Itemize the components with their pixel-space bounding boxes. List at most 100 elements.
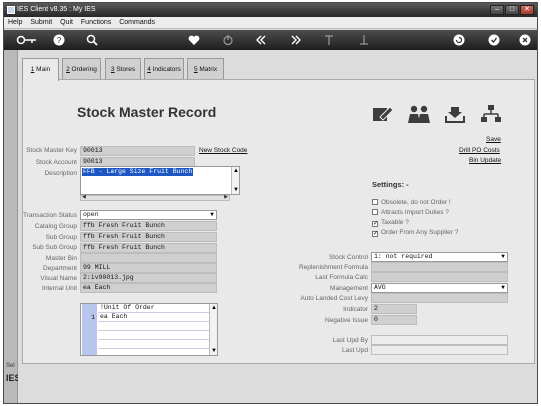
new-stock-code-link[interactable]: New Stock Code [199, 147, 247, 154]
stock-master-key-field[interactable]: 90013 [80, 146, 195, 156]
any-supplier-checkbox[interactable]: ✓ Order From Any Supplier ? [372, 229, 458, 237]
negative-issue-field[interactable]: 0 [371, 315, 417, 325]
tab-main-label: Main [34, 66, 51, 73]
menu-functions[interactable]: Functions [81, 19, 111, 26]
page-title: Stock Master Record [77, 104, 217, 120]
transaction-status-select[interactable]: open ▼ [80, 210, 217, 220]
indicator-field[interactable]: 2 [371, 304, 417, 314]
scroll-right-icon[interactable]: ▶ [224, 194, 228, 200]
menu-quit[interactable]: Quit [60, 19, 73, 26]
replenishment-formula-label: Replenishment Formula [298, 264, 368, 271]
catalog-group-field[interactable]: ffb Fresh Fruit Bunch [80, 221, 217, 231]
bin-update-link[interactable]: Bin Update [469, 157, 501, 164]
check-icon[interactable] [487, 33, 501, 52]
table-row-empty[interactable] [98, 340, 209, 349]
rewind-icon[interactable] [254, 33, 268, 52]
management-select[interactable]: AVG ▼ [371, 283, 508, 293]
management-value: AVG [374, 284, 386, 291]
tab-indicators-label: Indicators [150, 66, 181, 73]
close-icon[interactable] [518, 33, 532, 52]
upload-icon[interactable] [322, 33, 336, 52]
description-scrollbar[interactable]: ▲ ▼ [231, 167, 239, 194]
tab-ordering-label: Ordering [69, 66, 97, 73]
close-window-button[interactable]: ✕ [520, 5, 534, 15]
visual-name-field[interactable]: 2:iv90013.jpg [80, 273, 217, 283]
checkbox-box[interactable] [372, 209, 378, 215]
last-formula-calc-label: Last Formula Calc [315, 274, 368, 281]
sub-group-field[interactable]: ffb Fresh Fruit Bunch [80, 232, 217, 242]
download-icon[interactable] [357, 33, 371, 52]
refresh-icon[interactable] [452, 33, 466, 52]
tab-ordering[interactable]: 2 Ordering [62, 58, 101, 79]
key-icon[interactable] [16, 33, 38, 52]
drill-po-costs-link[interactable]: Drill PO Costs [459, 147, 500, 154]
maximize-button[interactable]: □ [505, 5, 519, 15]
description-label: Description [44, 170, 77, 177]
import-duties-label: Attracts Import Duties ? [381, 209, 449, 216]
tab-stores[interactable]: 3 Stores [105, 58, 141, 79]
menu-bar: Help Submit Quit Functions Commands [4, 17, 537, 29]
master-bin-field[interactable] [80, 253, 217, 263]
app-icon [7, 6, 15, 14]
import-duties-checkbox[interactable]: Attracts Import Duties ? [372, 209, 449, 216]
hierarchy-icon[interactable] [480, 104, 502, 124]
table-row-empty[interactable] [98, 331, 209, 340]
chevron-down-icon[interactable]: ▼ [499, 284, 507, 292]
any-supplier-label: Order From Any Supplier ? [381, 229, 459, 236]
chevron-down-icon[interactable]: ▼ [208, 211, 216, 219]
replenishment-formula-field[interactable] [371, 262, 508, 272]
scroll-left-icon[interactable]: ◀ [82, 194, 86, 200]
window-title: IES Client v8.35 : My IES [17, 6, 96, 13]
department-label: Department [43, 265, 77, 272]
last-upd-label: Last Upd [341, 347, 368, 354]
tab-main[interactable]: 1 Main [22, 58, 59, 81]
description-hscrollbar[interactable]: ◀ ▶ [80, 194, 230, 201]
taxable-checkbox[interactable]: ✓ Taxable ? [372, 219, 409, 227]
stock-control-select[interactable]: 1: not required ▼ [371, 252, 508, 262]
auto-landed-cost-levy-field[interactable] [371, 293, 508, 303]
chevron-down-icon[interactable]: ▼ [499, 253, 507, 261]
unit-of-order-grid: !Unit Of Order 1 ea Each ▲ ▼ [80, 303, 218, 356]
transaction-status-label: Transaction Status [23, 212, 77, 219]
table-row-empty[interactable] [98, 322, 209, 331]
menu-submit[interactable]: Submit [30, 19, 52, 26]
transaction-status-value: open [83, 211, 99, 218]
minimize-button[interactable]: – [490, 5, 504, 15]
check-mark-icon[interactable]: ✓ [372, 221, 378, 227]
menu-help[interactable]: Help [8, 19, 22, 26]
table-row[interactable]: ea Each [98, 313, 209, 322]
check-mark-icon[interactable]: ✓ [372, 231, 378, 237]
tab-matrix-label: Matrix [197, 66, 218, 73]
left-sidebar: Sel IES [4, 50, 21, 403]
power-icon[interactable] [221, 33, 235, 52]
fast-forward-icon[interactable] [289, 33, 303, 52]
scroll-up-icon[interactable]: ▲ [232, 167, 240, 175]
menu-commands[interactable]: Commands [119, 19, 155, 26]
heart-icon[interactable] [187, 33, 201, 52]
tab-indicators[interactable]: 4 Indicators [144, 58, 184, 79]
scroll-up-icon[interactable]: ▲ [210, 304, 218, 312]
edit-record-icon[interactable] [372, 104, 394, 124]
users-icon[interactable] [407, 104, 431, 124]
inbox-download-icon[interactable] [444, 104, 466, 124]
last-formula-calc-field[interactable] [371, 272, 508, 282]
scroll-down-icon[interactable]: ▼ [232, 186, 240, 194]
scroll-down-icon[interactable]: ▼ [210, 347, 218, 355]
obsolete-checkbox[interactable]: Obsolete, do not Order ! [372, 199, 451, 206]
indicator-label: Indicator [343, 306, 368, 313]
tab-matrix[interactable]: 5 Matrix [187, 58, 224, 79]
checkbox-box[interactable] [372, 199, 378, 205]
row-header-column [82, 304, 97, 355]
internal-unit-field[interactable]: ea Each [80, 283, 217, 293]
visual-name-label: Visual Name [40, 275, 77, 282]
help-icon[interactable]: ? [52, 33, 66, 52]
description-field[interactable]: FFB - Large Size Fruit Bunch ▲ ▼ [80, 166, 240, 195]
sub-sub-group-field[interactable]: ffb Fresh Fruit Bunch [80, 243, 217, 253]
unit-of-order-scrollbar[interactable]: ▲ ▼ [209, 304, 217, 355]
description-text: FFB - Large Size Fruit Bunch [82, 168, 194, 176]
stock-control-label: Stock Control [328, 254, 368, 261]
search-icon[interactable] [85, 33, 99, 52]
department-field[interactable]: 99 MILL [80, 263, 217, 273]
tab-stores-label: Stores [114, 66, 136, 73]
save-link[interactable]: Save [486, 136, 501, 143]
